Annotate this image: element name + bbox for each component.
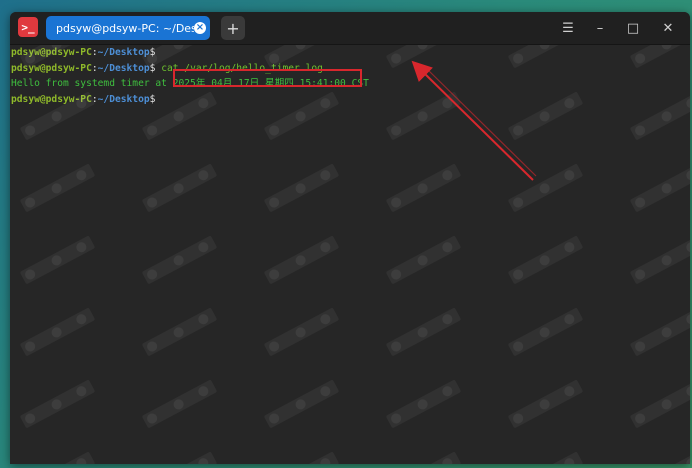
terminal-line: pdsyw@pdsyw-PC:~/Desktop$: [11, 92, 690, 108]
tab-terminal[interactable]: pdsyw@pdsyw-PC: ~/Desktop ×: [46, 16, 210, 40]
title-bar: >_ pdsyw@pdsyw-PC: ~/Desktop × + ☰ – □ ✕: [10, 12, 690, 45]
prompt-path: ~/Desktop: [97, 47, 150, 58]
terminal-app-icon: >_: [18, 17, 38, 37]
new-tab-button[interactable]: +: [221, 16, 245, 40]
prompt-user: pdsyw@pdsyw-PC: [11, 62, 92, 74]
maximize-icon[interactable]: □: [623, 18, 643, 38]
close-icon[interactable]: ✕: [658, 18, 678, 38]
terminal-line: pdsyw@pdsyw-PC:~/Desktop$ cat /var/log/h…: [11, 61, 690, 77]
menu-icon[interactable]: ☰: [558, 18, 578, 38]
prompt-dollar: $: [149, 93, 156, 105]
minimize-icon[interactable]: –: [590, 18, 610, 38]
terminal-line: Hello from systemd timer at 2025年 04月 17…: [11, 76, 690, 92]
tab-title: pdsyw@pdsyw-PC: ~/Desktop: [56, 21, 194, 35]
command-text: cat /var/log/hello_timer.log: [155, 62, 323, 74]
prompt-path: ~/Desktop: [97, 93, 150, 105]
prompt-user: pdsyw@pdsyw-PC: [11, 47, 92, 58]
terminal-output-area[interactable]: pdsyw@pdsyw-PC:~/Desktop$ pdsyw@pdsyw-PC…: [10, 45, 690, 464]
command-output: Hello from systemd timer at 2025年 04月 17…: [11, 78, 369, 89]
tab-close-icon[interactable]: ×: [194, 22, 206, 34]
prompt-user: pdsyw@pdsyw-PC: [11, 93, 92, 105]
prompt-dollar: $: [149, 47, 156, 58]
terminal-window: >_ pdsyw@pdsyw-PC: ~/Desktop × + ☰ – □ ✕…: [10, 12, 690, 464]
terminal-line: pdsyw@pdsyw-PC:~/Desktop$: [11, 45, 690, 61]
prompt-path: ~/Desktop: [97, 62, 150, 74]
